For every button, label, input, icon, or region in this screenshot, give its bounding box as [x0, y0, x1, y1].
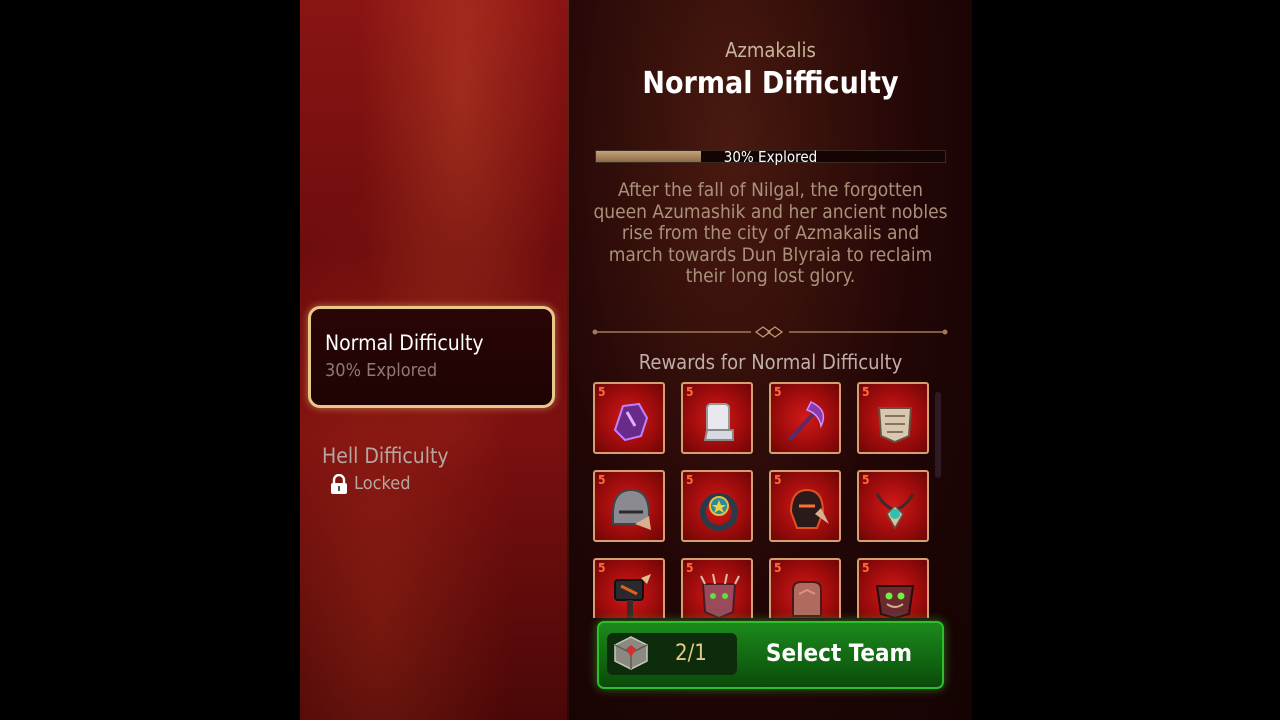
- difficulty-panel: Normal Difficulty 30% Explored Hell Diff…: [300, 0, 568, 720]
- reward-item[interactable]: 5: [769, 382, 841, 454]
- steel-helm-icon: [612, 488, 651, 530]
- reward-item[interactable]: 5: [769, 470, 841, 542]
- reward-item[interactable]: 5: [857, 382, 929, 454]
- leather-gloves-icon: [792, 581, 822, 617]
- select-team-button[interactable]: 2/1 Select Team: [597, 621, 944, 689]
- war-hammer-icon: [614, 574, 651, 618]
- key-count: 2/1: [675, 641, 707, 666]
- rewards-scrollbar[interactable]: [935, 392, 941, 478]
- purple-scythe-icon: [787, 401, 825, 442]
- zone-detail-panel: Azmakalis Normal Difficulty 30% Explored…: [569, 0, 972, 720]
- difficulty-normal-card[interactable]: Normal Difficulty 30% Explored: [308, 306, 555, 408]
- progress-label: 30% Explored: [723, 148, 818, 166]
- key-counter: 2/1: [607, 633, 737, 675]
- monster-chest-icon: [875, 585, 915, 618]
- game-screen: Normal Difficulty 30% Explored Hell Diff…: [300, 0, 972, 720]
- reward-item[interactable]: 5: [681, 558, 753, 618]
- difficulty-hell-card[interactable]: Hell Difficulty Locked: [308, 440, 555, 510]
- difficulty-hell-title: Hell Difficulty: [322, 444, 449, 468]
- stone-key-icon: [614, 636, 648, 670]
- difficulty-normal-title: Normal Difficulty: [325, 331, 484, 355]
- zone-title: Normal Difficulty: [642, 66, 899, 101]
- difficulty-normal-status: 30% Explored: [325, 360, 438, 381]
- bone-armor-icon: [877, 407, 913, 444]
- purple-helmet-icon: [613, 402, 649, 442]
- reward-item[interactable]: 5: [681, 470, 753, 542]
- reward-item[interactable]: 5: [857, 558, 929, 618]
- select-team-label: Select Team: [765, 639, 913, 667]
- zone-lore: After the fall of Nilgal, the forgotten …: [593, 179, 948, 287]
- white-boots-icon: [703, 403, 734, 441]
- amulet-ring-icon: [700, 493, 738, 531]
- difficulty-hell-status: Locked: [354, 473, 411, 494]
- reward-item[interactable]: 5: [593, 470, 665, 542]
- exploration-progress-bar: 30% Explored: [595, 148, 946, 166]
- teal-necklace-icon: [875, 493, 915, 530]
- rewards-grid: 555555555555: [593, 380, 943, 618]
- lock-icon: [331, 474, 347, 494]
- dark-mask-icon: [789, 488, 829, 529]
- reward-item[interactable]: 5: [769, 558, 841, 618]
- reward-item[interactable]: 5: [593, 558, 665, 618]
- reward-item[interactable]: 5: [857, 470, 929, 542]
- reward-item[interactable]: 5: [681, 382, 753, 454]
- reward-item[interactable]: 5: [593, 382, 665, 454]
- spiked-armor-icon: [700, 573, 740, 618]
- zone-name: Azmakalis: [725, 38, 816, 62]
- rewards-title: Rewards for Normal Difficulty: [638, 350, 903, 374]
- ornament-divider: [592, 326, 948, 338]
